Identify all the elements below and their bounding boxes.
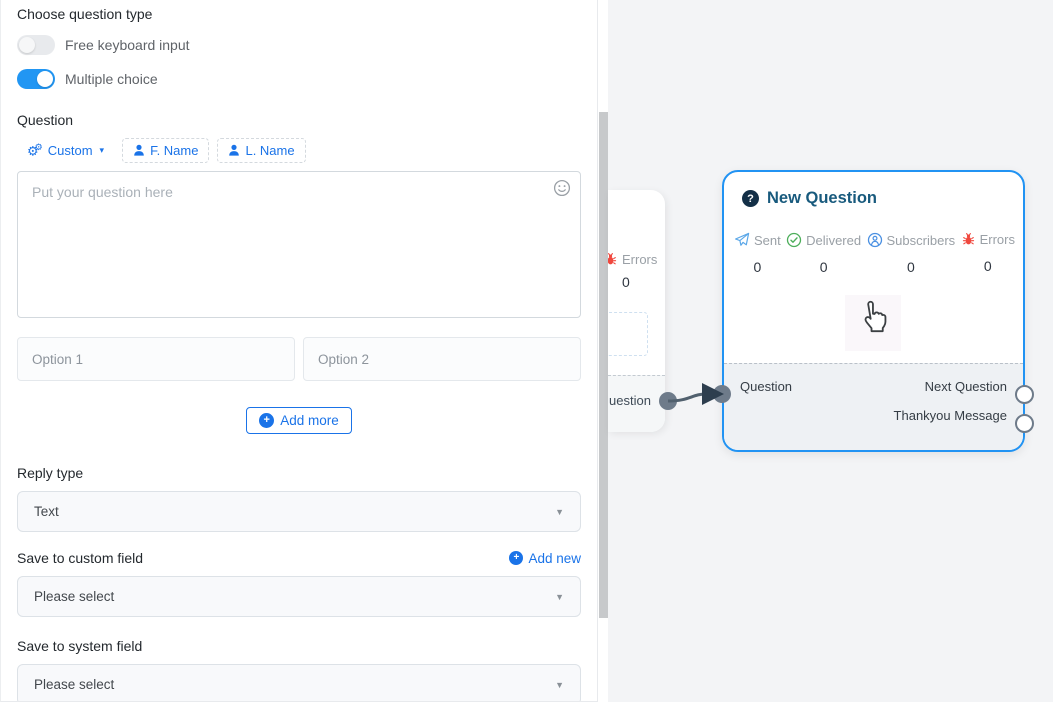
person-icon	[228, 144, 240, 157]
flow-builder-screen: Choose question type Free keyboard input…	[0, 0, 1053, 702]
question-type-heading: Choose question type	[17, 6, 581, 22]
custom-chip-label: Custom	[48, 143, 93, 158]
chevron-down-icon: ▾	[100, 145, 105, 156]
edge-path	[668, 394, 706, 401]
gears-icon: ⚙⚙	[27, 143, 43, 157]
stat-delivered-value: 0	[820, 259, 828, 275]
chevron-down-icon: ▼	[555, 592, 564, 602]
node-stats: Sent 0 Delivered 0 Subscribers	[724, 232, 1023, 275]
next-question-output-port[interactable]	[1015, 385, 1034, 404]
toggle-knob	[37, 71, 53, 87]
stat-delivered-label: Delivered	[806, 233, 861, 248]
person-icon	[133, 144, 145, 157]
add-new-link[interactable]: + Add new	[509, 551, 581, 566]
ghost-errors-label: Errors	[622, 252, 657, 267]
add-more-row: + Add more	[17, 407, 581, 434]
question-textarea[interactable]	[17, 171, 581, 318]
question-textarea-wrap	[17, 171, 581, 323]
node-title: New Question	[767, 189, 877, 208]
merge-tag-chips: ⚙⚙ Custom ▾ F. Name L. Name	[17, 138, 581, 163]
question-mark-icon: ?	[742, 190, 759, 207]
delivered-icon	[786, 232, 802, 248]
stat-subscribers-label: Subscribers	[887, 233, 956, 248]
custom-field-value: Please select	[34, 589, 114, 604]
plus-icon: +	[509, 551, 523, 565]
subscribers-icon	[867, 232, 883, 248]
errors-icon	[961, 232, 976, 247]
multiple-choice-toggle[interactable]	[17, 69, 55, 89]
send-icon	[734, 232, 750, 248]
hand-cursor-icon	[853, 297, 891, 335]
output-label-thankyou-message: Thankyou Message	[894, 408, 1007, 423]
chevron-down-icon: ▼	[555, 680, 564, 690]
node-footer: Question Next Question Thankyou Message	[724, 363, 1023, 450]
reply-type-value: Text	[34, 504, 59, 519]
custom-field-head-row: Save to custom field + Add new	[17, 550, 581, 566]
free-keyboard-toggle[interactable]	[17, 35, 55, 55]
lname-chip-label: L. Name	[245, 143, 294, 158]
free-keyboard-label: Free keyboard input	[65, 37, 190, 53]
system-field-heading: Save to system field	[17, 638, 581, 654]
custom-field-chip[interactable]: ⚙⚙ Custom ▾	[17, 139, 114, 162]
ghost-node-footer: uestion	[608, 375, 665, 432]
lname-chip[interactable]: L. Name	[217, 138, 305, 163]
custom-field-heading: Save to custom field	[17, 550, 143, 566]
stat-sent-label: Sent	[754, 233, 781, 248]
question-heading: Question	[17, 112, 581, 128]
toggle-knob	[19, 37, 35, 53]
stat-subscribers-value: 0	[907, 259, 915, 275]
system-field-value: Please select	[34, 677, 114, 692]
custom-field-select[interactable]: Please select ▼	[17, 576, 581, 617]
ghost-errors-value: 0	[622, 274, 630, 290]
stat-errors-value: 0	[984, 258, 992, 274]
multiple-choice-label: Multiple choice	[65, 71, 158, 87]
emoji-picker-icon[interactable]	[553, 179, 571, 197]
add-new-label: Add new	[528, 551, 581, 566]
stat-delivered: Delivered 0	[786, 232, 861, 275]
scrollbar-thumb[interactable]	[599, 112, 608, 618]
stat-sent: Sent 0	[734, 232, 781, 275]
option-2-input[interactable]	[303, 337, 581, 381]
thankyou-message-output-port[interactable]	[1015, 414, 1034, 433]
panel-scrollbar[interactable]	[598, 0, 608, 702]
toggle-row-multiple-choice: Multiple choice	[17, 68, 581, 90]
add-more-label: Add more	[280, 413, 339, 428]
fname-chip[interactable]: F. Name	[122, 138, 209, 163]
ghost-option-placeholder	[608, 312, 648, 356]
output-label-next-question: Next Question	[925, 379, 1007, 394]
flow-canvas[interactable]: Errors 0 uestion ? New Question Sent 0	[608, 0, 1053, 702]
toggle-row-free-keyboard: Free keyboard input	[17, 34, 581, 56]
ghost-question-port-label: uestion	[609, 393, 651, 408]
stat-errors-label: Errors	[980, 232, 1015, 247]
previous-question-node[interactable]: Errors 0 uestion	[608, 190, 665, 432]
input-port-label: Question	[740, 379, 792, 394]
chevron-down-icon: ▼	[555, 507, 564, 517]
add-more-button[interactable]: + Add more	[246, 407, 352, 434]
reply-type-select[interactable]: Text ▼	[17, 491, 581, 532]
stat-errors: Errors 0	[961, 232, 1015, 275]
stat-subscribers: Subscribers 0	[867, 232, 956, 275]
option-1-input[interactable]	[17, 337, 295, 381]
node-header: ? New Question	[724, 172, 1023, 208]
question-settings-panel: Choose question type Free keyboard input…	[0, 0, 598, 702]
edge-arrowhead-icon	[702, 383, 724, 405]
stat-sent-value: 0	[753, 259, 761, 275]
new-question-node[interactable]: ? New Question Sent 0 Delivered 0	[722, 170, 1025, 452]
ghost-errors-stat: Errors	[608, 252, 657, 267]
system-field-select[interactable]: Please select ▼	[17, 664, 581, 702]
plus-icon: +	[259, 413, 274, 428]
errors-icon	[608, 252, 618, 267]
options-row	[17, 337, 581, 381]
reply-type-heading: Reply type	[17, 465, 581, 481]
fname-chip-label: F. Name	[150, 143, 198, 158]
